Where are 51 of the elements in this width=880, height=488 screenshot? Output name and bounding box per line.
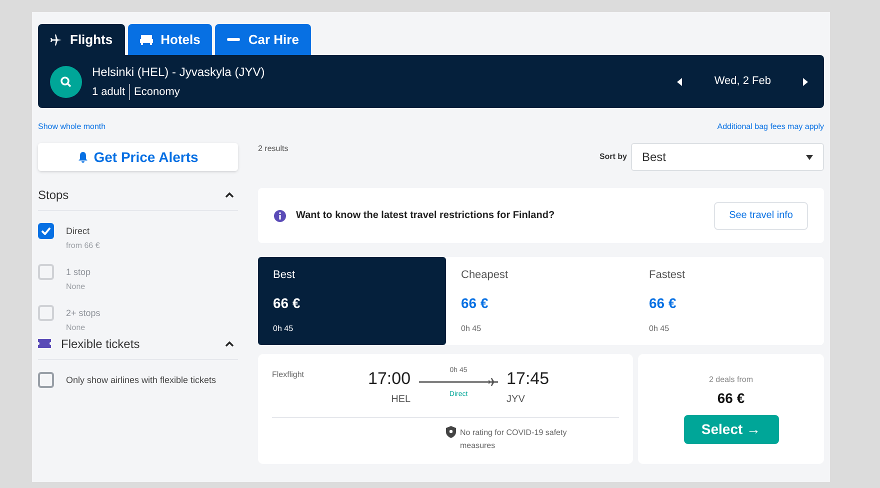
price-text: 66 € <box>717 389 745 408</box>
caret-down-icon <box>806 154 813 160</box>
cabin-text: Economy <box>133 84 180 100</box>
covid-rating-text: No rating for COVID-19 safety measures <box>460 426 568 452</box>
filter-heading: Stops <box>38 186 69 204</box>
date-text: Wed, 2 Feb <box>714 74 771 90</box>
flight-line-icon <box>418 376 499 386</box>
departure-airport: HEL <box>391 392 411 406</box>
bag-fees-link[interactable]: Additional bag fees may apply <box>717 121 824 133</box>
arrival-time: 17:45 <box>506 368 550 390</box>
info-icon <box>274 210 286 222</box>
price-alerts-button[interactable]: Get Price Alerts <box>38 143 238 171</box>
select-button[interactable]: Select → <box>684 415 778 444</box>
checkbox[interactable] <box>38 223 54 239</box>
bell-icon <box>78 152 88 162</box>
travellers-text: 1 adult <box>92 84 130 100</box>
option-label: 2+ stops <box>66 307 100 319</box>
sort-label: Sort by <box>599 151 627 163</box>
chevron-up-icon <box>225 340 234 346</box>
tab[interactable]: Hotels <box>128 24 212 55</box>
route-text: Helsinki (HEL) - Jyvaskyla (JYV) <box>92 64 265 81</box>
bed-icon <box>140 34 153 45</box>
shield-icon <box>446 426 456 438</box>
caret-left-icon <box>677 78 682 86</box>
sort-tab[interactable]: Best 66 € 0h 45 <box>258 257 446 345</box>
results-count: 2 results <box>258 143 288 155</box>
show-whole-month-link[interactable]: Show whole month <box>38 121 106 133</box>
search-button[interactable] <box>50 66 82 98</box>
travel-info-button[interactable]: See travel info <box>714 202 808 230</box>
checkbox[interactable] <box>38 372 54 388</box>
chevron-up-icon <box>225 192 234 198</box>
departure-time: 17:00 <box>368 368 411 390</box>
sort-dropdown[interactable]: Best <box>631 143 824 171</box>
tab[interactable]: Flights <box>38 24 125 55</box>
option-label: Only show airlines with flexible tickets <box>66 374 216 386</box>
check-icon <box>41 227 51 235</box>
option-label: Direct <box>66 225 91 237</box>
ticket-icon <box>38 339 51 348</box>
option-subtext: None <box>66 281 86 293</box>
tab[interactable]: Car Hire <box>215 24 311 55</box>
plane-icon <box>50 34 62 46</box>
option-subtext: from 66 € <box>66 240 100 252</box>
filter-heading: Flexible tickets <box>61 336 140 352</box>
option-subtext: None <box>66 322 86 334</box>
deals-text: 2 deals from <box>708 374 754 386</box>
search-icon <box>60 76 72 88</box>
notice-text: Want to know the latest travel restrictions for Finland? <box>296 209 555 223</box>
caret-right-icon <box>803 78 808 86</box>
arrival-airport: JYV <box>506 392 525 406</box>
airline-name: Flexflight <box>272 369 306 381</box>
option-label: 1 stop <box>66 266 91 278</box>
